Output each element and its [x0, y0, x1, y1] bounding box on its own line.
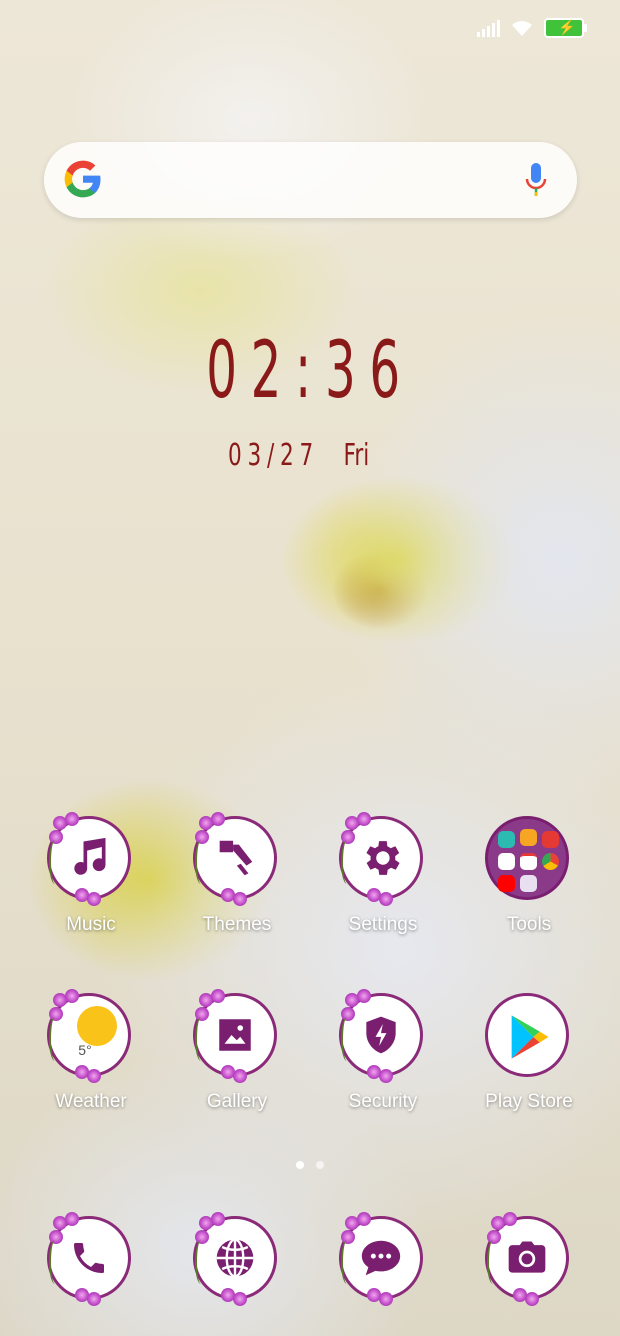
page-indicator	[296, 1161, 324, 1169]
dock-phone[interactable]	[18, 1212, 164, 1306]
folder-tools[interactable]: Tools	[456, 812, 602, 936]
weather-temperature: 5°	[78, 1042, 92, 1058]
play-store-icon	[485, 993, 569, 1077]
google-g-icon	[64, 160, 101, 198]
page-dot-active	[296, 1161, 304, 1169]
app-label: Gallery	[206, 1091, 268, 1112]
signal-icon	[477, 19, 500, 37]
app-label: Weather	[55, 1091, 127, 1112]
app-label: Themes	[202, 914, 272, 935]
page-dot	[316, 1161, 324, 1169]
app-security[interactable]: Security	[310, 989, 456, 1113]
app-gallery[interactable]: Gallery	[164, 989, 310, 1113]
app-settings[interactable]: Settings	[310, 812, 456, 936]
wifi-icon	[512, 21, 532, 36]
app-weather[interactable]: 5° Weather	[18, 989, 164, 1113]
app-label: Play Store	[485, 1091, 573, 1112]
status-bar: ⚡	[477, 14, 587, 42]
google-search-bar[interactable]	[44, 142, 577, 218]
weekday-text: Fri	[343, 438, 370, 473]
app-label: Security	[348, 1091, 418, 1112]
dock-messages[interactable]	[310, 1212, 456, 1306]
app-label: Settings	[348, 914, 418, 935]
battery-charging-icon: ⚡	[544, 18, 587, 38]
folder-icon	[485, 816, 569, 900]
date-text: 03/27	[228, 438, 320, 473]
mic-icon[interactable]	[525, 162, 547, 198]
app-music[interactable]: Music	[18, 812, 164, 936]
dock-browser[interactable]	[164, 1212, 310, 1306]
clock-date[interactable]: 03/27 Fri	[228, 438, 369, 473]
app-play-store[interactable]: Play Store	[456, 989, 602, 1113]
app-themes[interactable]: Themes	[164, 812, 310, 936]
clock-time[interactable]: 02:36	[118, 326, 502, 416]
dock-camera[interactable]	[456, 1212, 602, 1306]
app-label: Tools	[506, 914, 552, 935]
app-label: Music	[66, 914, 116, 935]
